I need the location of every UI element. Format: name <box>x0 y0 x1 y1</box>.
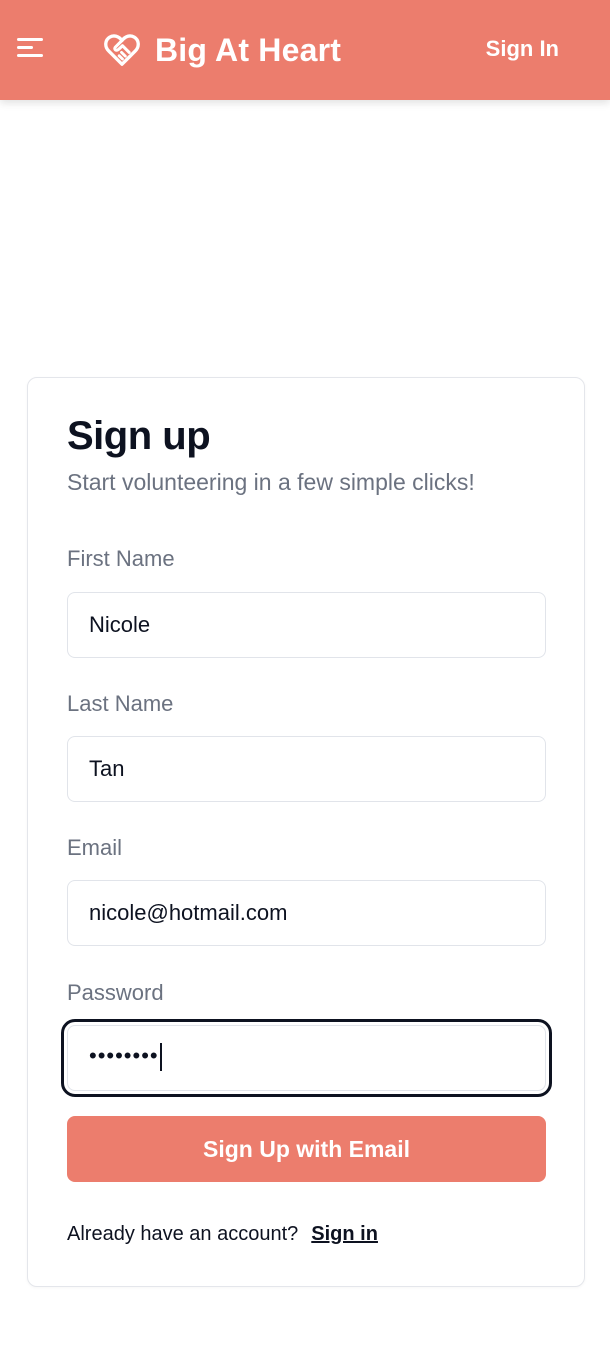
signin-prompt-row: Already have an account? Sign in <box>67 1223 378 1246</box>
last-name-field[interactable] <box>67 736 546 802</box>
brand-title: Big At Heart <box>155 31 342 68</box>
email-field[interactable] <box>67 880 546 946</box>
page-title: Sign up <box>67 414 211 458</box>
sign-up-with-email-button[interactable]: Sign Up with Email <box>67 1116 546 1182</box>
signup-card: Sign up Start volunteering in a few simp… <box>27 377 585 1287</box>
footer-sign-in-link[interactable]: Sign in <box>311 1223 378 1246</box>
password-field[interactable] <box>61 1019 552 1097</box>
password-label: Password <box>67 980 164 1005</box>
first-name-field[interactable] <box>67 592 546 658</box>
header-sign-in-link[interactable]: Sign In <box>486 36 559 62</box>
top-nav-bar: Big At Heart Sign In <box>0 0 610 100</box>
heart-handshake-icon <box>104 34 140 66</box>
signin-prompt-text: Already have an account? <box>67 1223 299 1245</box>
email-label: Email <box>67 835 123 860</box>
hamburger-menu-icon[interactable] <box>17 38 45 60</box>
brand-logo[interactable]: Big At Heart <box>103 28 341 72</box>
page-subtitle: Start volunteering in a few simple click… <box>67 469 475 495</box>
first-name-label: First Name <box>67 546 175 571</box>
last-name-label: Last Name <box>67 691 174 716</box>
